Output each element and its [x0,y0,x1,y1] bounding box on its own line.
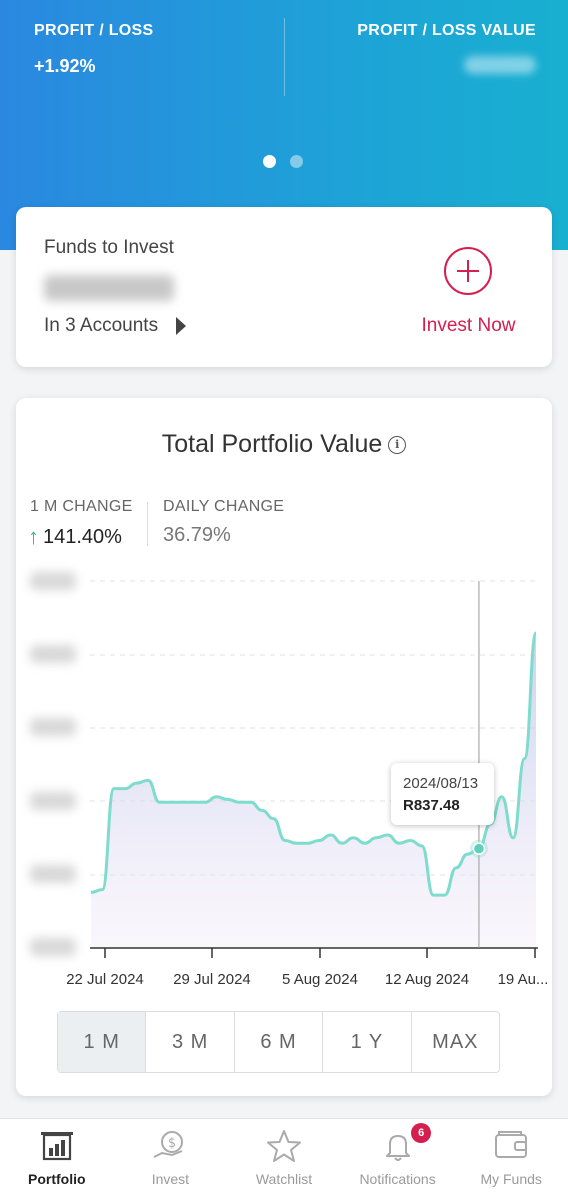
profit-loss-value-label: PROFIT / LOSS VALUE [357,22,536,39]
funds-title: Funds to Invest [44,237,174,258]
range-3m-button[interactable]: 3 M [146,1012,235,1072]
portfolio-chart[interactable]: 22 Jul 2024 29 Jul 2024 5 Aug 2024 12 Aug 2… [16,398,552,998]
carousel-dot[interactable] [290,155,303,168]
nav-label-watchlist: Watchlist [255,1171,313,1187]
plus-circle-icon[interactable] [444,247,492,295]
bottom-nav: Portfolio $ Invest Watchlist 6 Notificat… [0,1118,568,1201]
chevron-right-icon [176,317,187,335]
range-6m-button[interactable]: 6 M [235,1012,324,1072]
x-tick-label: 12 Aug 2024 [385,971,469,988]
svg-text:$: $ [168,1136,176,1151]
profit-loss-value-hidden [464,56,536,74]
highlight-point [472,842,486,855]
profit-loss-percent: +1.92% [34,56,96,76]
range-max-button[interactable]: MAX [412,1012,499,1072]
star-icon [266,1130,301,1162]
chart-tooltip: 2024/08/13 R837.48 [391,763,494,825]
nav-item-notifications[interactable]: 6 Notifications [341,1119,455,1201]
profit-loss-label: PROFIT / LOSS [34,22,154,39]
accounts-link[interactable]: In 3 Accounts [44,315,187,337]
x-tick-label: 22 Jul 2024 [66,971,144,988]
nav-label-portfolio: Portfolio [28,1171,86,1187]
portfolio-icon [40,1132,73,1161]
carousel-dot-active[interactable] [263,155,276,168]
x-tick-label: 19 Au... [498,971,549,988]
accounts-label: In 3 Accounts [44,315,159,336]
nav-label-invest: Invest [151,1171,190,1187]
nav-label-notifications: Notifications [359,1171,436,1187]
tooltip-value: R837.48 [403,797,460,814]
invest-now-button[interactable]: Invest Now [396,315,541,337]
nav-item-portfolio[interactable]: Portfolio [0,1119,114,1201]
portfolio-value-card: Total Portfolio Value i 1 M CHANGE DAILY … [16,398,552,1096]
header-divider [284,18,285,96]
x-tick-label: 5 Aug 2024 [282,971,358,988]
tooltip-date: 2024/08/13 [403,775,479,792]
range-selector: 1 M 3 M 6 M 1 Y MAX [57,1011,500,1073]
nav-item-my-funds[interactable]: My Funds [454,1119,568,1201]
nav-item-watchlist[interactable]: Watchlist [227,1119,341,1201]
range-1y-button[interactable]: 1 Y [323,1012,412,1072]
carousel-dots [263,155,303,168]
nav-item-invest[interactable]: $ Invest [114,1119,228,1201]
x-tick-label: 29 Jul 2024 [173,971,251,988]
notification-badge: 6 [411,1123,432,1143]
funds-card: Funds to Invest In 3 Accounts Invest Now [16,207,552,367]
funds-amount-hidden [44,275,174,301]
wallet-icon [495,1131,528,1158]
nav-label-my-funds: My Funds [480,1171,542,1187]
range-1m-button[interactable]: 1 M [58,1012,147,1072]
invest-icon: $ [153,1131,184,1158]
